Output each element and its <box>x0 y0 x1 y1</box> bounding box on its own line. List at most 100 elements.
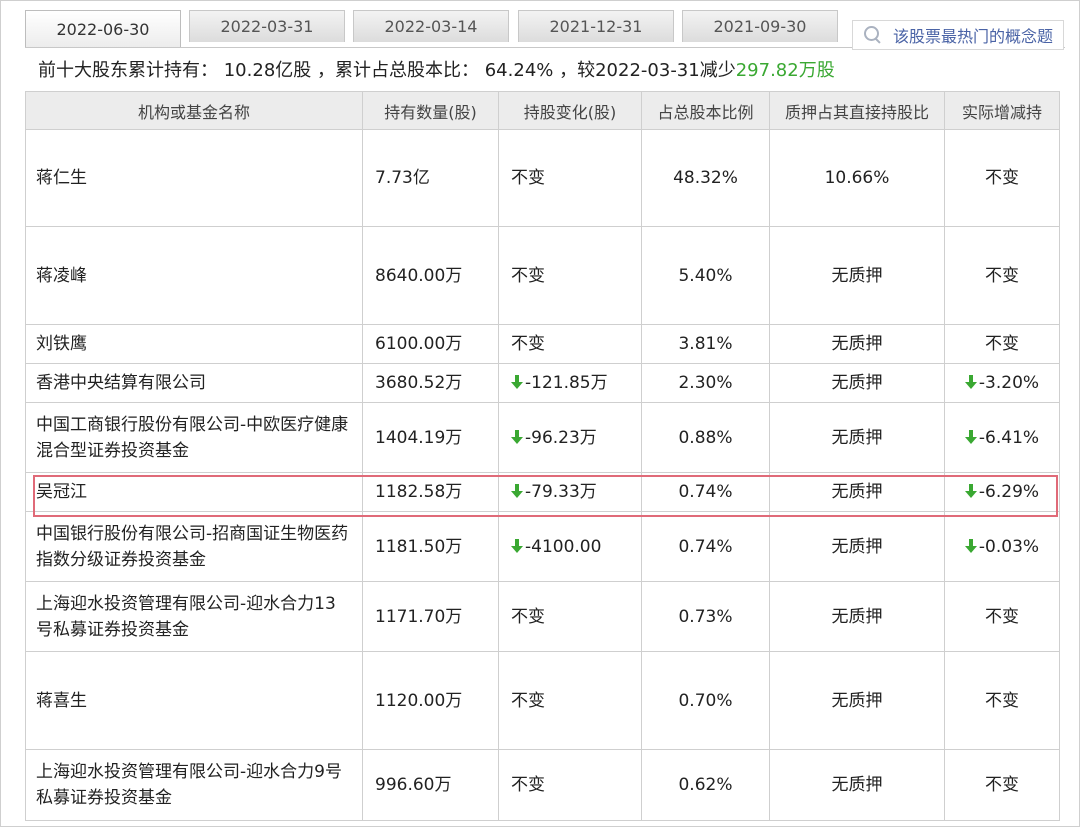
col-header-ratio: 占总股本比例 <box>641 91 770 130</box>
cell-ratio-text: 0.62% <box>678 775 733 795</box>
cell-actual: 不变 <box>944 226 1060 325</box>
tab-2021-12-31[interactable]: 2021-12-31 <box>518 10 674 42</box>
cell-change: -121.85万 <box>498 363 642 403</box>
summary-ratio: 64.24% <box>484 60 554 81</box>
cell-actual-text: -6.29% <box>978 482 1040 502</box>
cell-actual-text: 不变 <box>985 334 1019 354</box>
cell-holder-name-text: 蒋喜生 <box>36 690 87 711</box>
cell-quantity: 6100.00万 <box>362 324 499 364</box>
col-header-change: 持股变化(股) <box>498 91 642 130</box>
cell-actual-text: 不变 <box>985 775 1019 795</box>
cell-pledge: 无质押 <box>769 324 945 364</box>
cell-change: 不变 <box>498 129 642 227</box>
search-label: 该股票最热门的概念题 <box>893 27 1054 46</box>
arrow-down-icon <box>964 538 977 553</box>
summary-total: 10.28亿股 <box>223 60 312 81</box>
cell-ratio: 0.74% <box>641 472 770 512</box>
cell-ratio: 0.74% <box>641 511 770 582</box>
col-header-name: 机构或基金名称 <box>25 91 363 130</box>
cell-pledge: 无质押 <box>769 363 945 403</box>
hot-concept-search[interactable]: 该股票最热门的概念题 <box>852 20 1064 50</box>
cell-holder-name-text: 蒋仁生 <box>36 168 87 188</box>
cell-change: 不变 <box>498 226 642 325</box>
cell-actual: -3.20% <box>944 363 1060 403</box>
cell-pledge: 无质押 <box>769 226 945 325</box>
cell-pledge: 无质押 <box>769 472 945 512</box>
cell-holder-name: 吴冠江 <box>25 472 363 512</box>
arrow-down-icon <box>964 375 977 389</box>
cell-holder-name: 蒋凌峰 <box>25 226 363 325</box>
cell-actual: 不变 <box>944 651 1060 750</box>
table-row: 蒋喜生 1120.00万 不变 0.70% 无质押 不变 <box>25 651 1060 750</box>
cell-holder-name: 蒋仁生 <box>25 129 363 227</box>
cell-holder-name-text: 蒋凌峰 <box>36 265 87 286</box>
tab-2022-03-31[interactable]: 2022-03-31 <box>189 10 345 42</box>
cell-actual-text: -3.20% <box>978 373 1040 393</box>
cell-pledge-text: 无质押 <box>831 265 883 286</box>
arrow-down-icon <box>964 484 977 498</box>
cell-pledge-text: 无质押 <box>831 373 883 393</box>
top-ten-holders-table: 机构或基金名称 持有数量(股) 持股变化(股) 占总股本比例 质押占其直接持股比… <box>25 91 1060 821</box>
col-header-actual: 实际增减持 <box>944 91 1060 130</box>
table-row: 中国银行股份有限公司-招商国证生物医药指数分级证券投资基金 1181.50万 -41… <box>25 511 1060 582</box>
cell-holder-name-text: 上海迎水投资管理有限公司-迎水合力13号私募证券投资基金 <box>36 593 336 640</box>
summary-compare: ，较2022-03-31减少 <box>559 60 736 81</box>
cell-actual-text: -0.03% <box>978 536 1040 557</box>
cell-ratio-text: 0.70% <box>678 690 733 711</box>
cell-pledge: 无质押 <box>769 581 945 652</box>
cell-quantity: 1404.19万 <box>362 402 499 473</box>
cell-holder-name: 香港中央结算有限公司 <box>25 363 363 403</box>
table-header-row: 机构或基金名称 持有数量(股) 持股变化(股) 占总股本比例 质押占其直接持股比… <box>25 91 1060 130</box>
cell-change: 不变 <box>498 324 642 364</box>
cell-actual-text: 不变 <box>985 690 1019 711</box>
cell-ratio: 2.30% <box>641 363 770 403</box>
cell-change-text: 不变 <box>511 334 545 354</box>
cell-ratio-text: 5.40% <box>678 265 733 286</box>
cell-pledge: 无质押 <box>769 402 945 473</box>
table-row: 上海迎水投资管理有限公司-迎水合力13号私募证券投资基金 1171.70万 不变 0.… <box>25 581 1060 652</box>
cell-change: -79.33万 <box>498 472 642 512</box>
cell-ratio: 0.73% <box>641 581 770 652</box>
cell-pledge-text: 无质押 <box>831 775 883 795</box>
arrow-down-icon <box>511 375 523 389</box>
cell-actual: 不变 <box>944 129 1060 227</box>
cell-quantity: 1120.00万 <box>362 651 499 750</box>
cell-quantity: 1181.50万 <box>362 511 499 582</box>
tab-2022-06-30[interactable]: 2022-06-30 <box>25 10 181 48</box>
cell-actual-text: 不变 <box>985 168 1019 188</box>
tab-2022-03-14[interactable]: 2022-03-14 <box>353 10 509 42</box>
cell-pledge: 无质押 <box>769 651 945 750</box>
cell-pledge-text: 无质押 <box>831 482 883 502</box>
cell-quantity-text: 7.73亿 <box>375 168 430 188</box>
summary-prefix: 前十大股东累计持有： <box>38 60 218 81</box>
cell-quantity: 8640.00万 <box>362 226 499 325</box>
cell-change-text: 不变 <box>511 775 545 795</box>
cell-actual-text: -6.41% <box>978 427 1040 448</box>
table-row: 上海迎水投资管理有限公司-迎水合力9号私募证券投资基金 996.60万 不变 0.62… <box>25 749 1060 821</box>
cell-change-text: 不变 <box>511 265 545 286</box>
cell-change-text: -96.23万 <box>525 427 597 448</box>
cell-holder-name: 蒋喜生 <box>25 651 363 750</box>
cell-holder-name-text: 中国工商银行股份有限公司-中欧医疗健康混合型证券投资基金 <box>36 414 349 461</box>
cell-change-text: 不变 <box>511 690 545 711</box>
cell-holder-name: 刘铁鹰 <box>25 324 363 364</box>
cell-change-text: 不变 <box>511 168 545 188</box>
cell-actual: 不变 <box>944 324 1060 364</box>
cell-change: -4100.00 <box>498 511 642 582</box>
cell-pledge-text: 无质押 <box>831 690 883 711</box>
search-icon <box>863 25 883 45</box>
cell-holder-name: 中国工商银行股份有限公司-中欧医疗健康混合型证券投资基金 <box>25 402 363 473</box>
arrow-down-icon <box>511 484 523 498</box>
tab-2021-09-30[interactable]: 2021-09-30 <box>682 10 838 42</box>
cell-holder-name-text: 吴冠江 <box>36 482 87 502</box>
cell-quantity: 3680.52万 <box>362 363 499 403</box>
cell-change: 不变 <box>498 749 642 821</box>
cell-ratio: 3.81% <box>641 324 770 364</box>
arrow-down-icon <box>511 538 523 553</box>
cell-ratio-text: 3.81% <box>678 334 733 354</box>
cell-quantity-text: 3680.52万 <box>375 373 463 393</box>
cell-ratio-text: 0.74% <box>678 482 733 502</box>
cell-holder-name-text: 中国银行股份有限公司-招商国证生物医药指数分级证券投资基金 <box>36 523 349 570</box>
cell-actual: 不变 <box>944 749 1060 821</box>
cell-quantity: 996.60万 <box>362 749 499 821</box>
